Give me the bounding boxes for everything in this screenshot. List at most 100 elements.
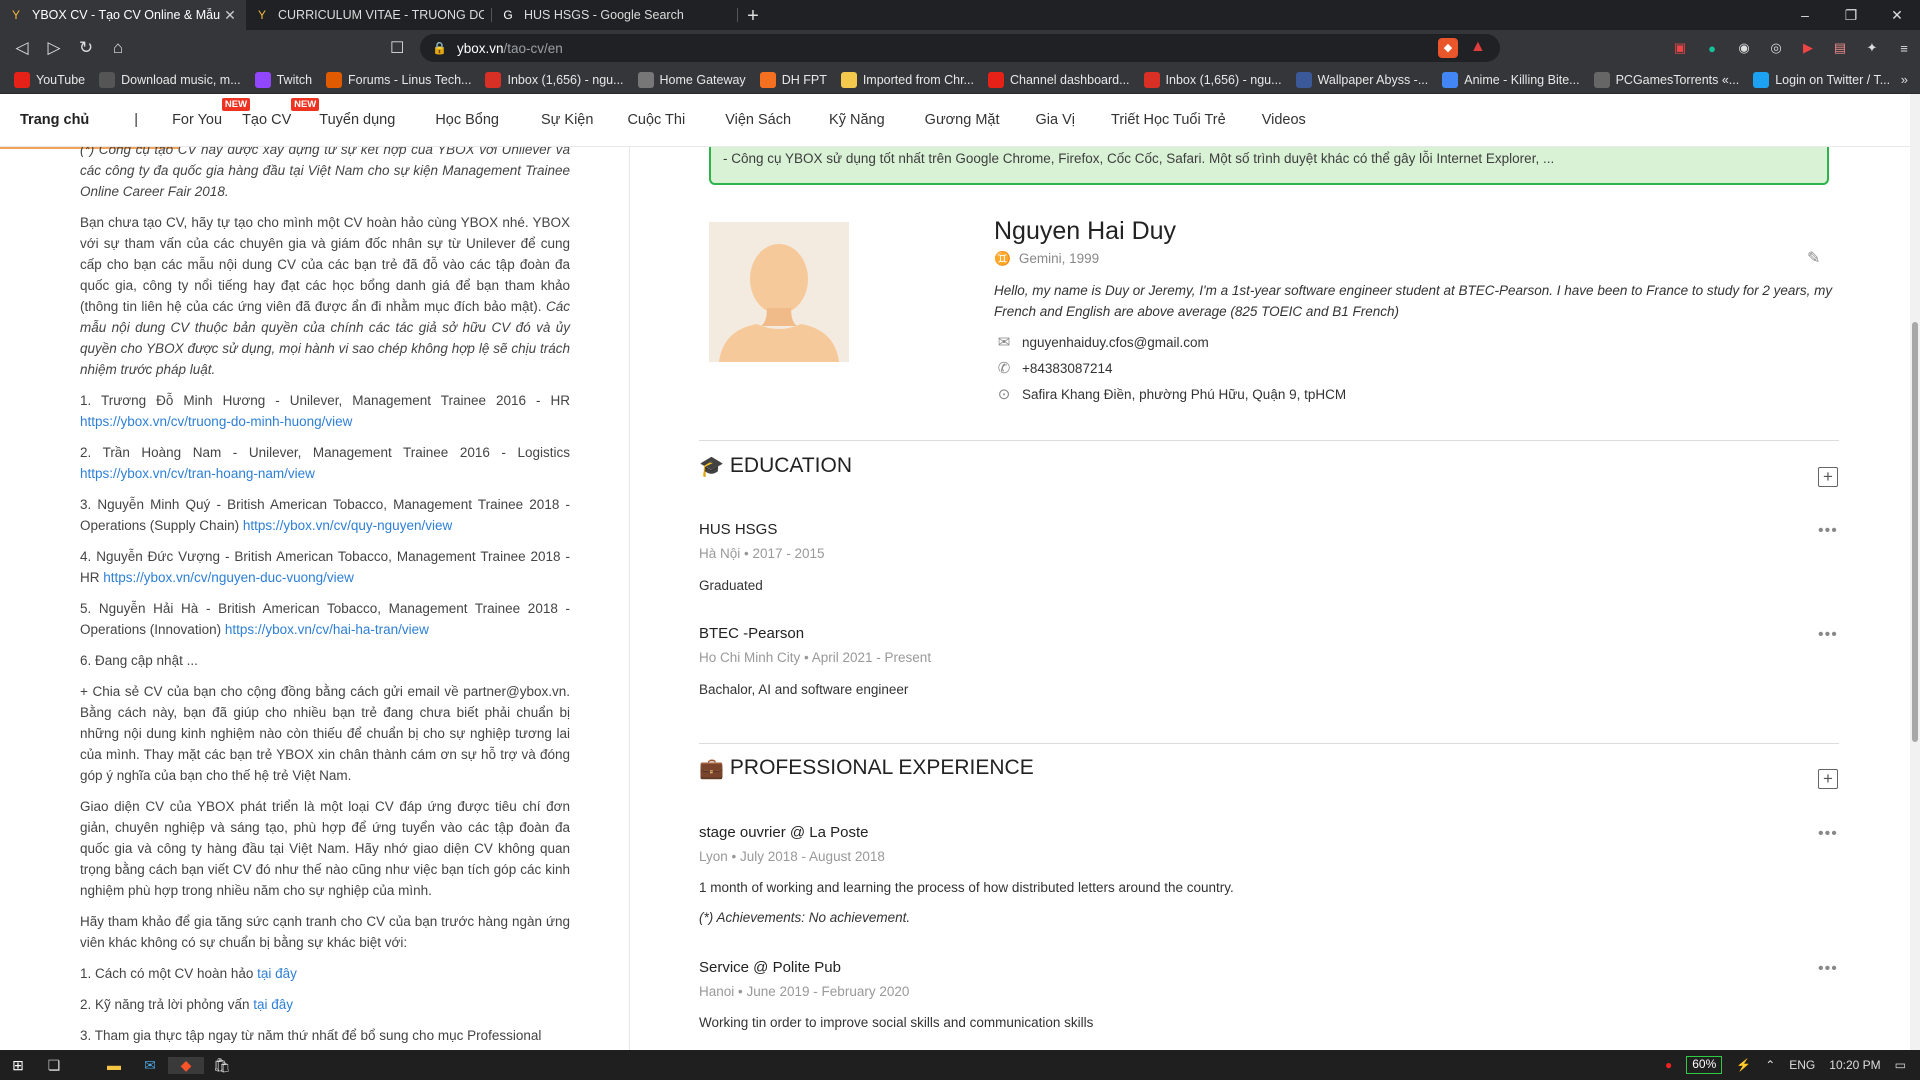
extension-icon[interactable]: ▶ xyxy=(1792,40,1824,56)
brave-browser-icon[interactable]: ◆ xyxy=(168,1056,204,1074)
new-tab-icon[interactable]: + xyxy=(738,2,768,30)
address-bar[interactable]: 🔒 ybox.vn/tao-cv/en xyxy=(420,34,1500,62)
menu-icon[interactable]: ≡ xyxy=(1888,41,1920,56)
extension-icon[interactable]: ▣ xyxy=(1664,40,1696,56)
experience-title-line[interactable]: Service @ Polite Pub xyxy=(699,959,841,976)
nav-item[interactable]: For You NEW xyxy=(172,98,251,128)
bookmark-label: Imported from Chr... xyxy=(862,72,974,87)
nav-item[interactable]: Trang chủ xyxy=(20,112,89,128)
bookmark-item[interactable]: PCGamesTorrents «... xyxy=(1593,71,1739,88)
close-tab-icon[interactable]: ✕ xyxy=(222,7,238,24)
more-options-icon[interactable]: ••• xyxy=(1818,960,1838,978)
location-pin-icon: ⊙ xyxy=(997,386,1011,403)
bookmark-item[interactable]: DH FPT xyxy=(759,71,827,88)
bookmark-favicon-icon xyxy=(14,71,30,88)
clock[interactable]: 10:20 PM xyxy=(1829,1058,1880,1072)
notification-icon[interactable]: ▭ xyxy=(1895,1058,1906,1072)
add-experience-button[interactable]: + xyxy=(1818,769,1838,789)
contact-email[interactable]: ✉ nguyenhaiduy.cfos@gmail.com xyxy=(994,333,1209,351)
mail-app-icon[interactable]: ✉ xyxy=(132,1057,168,1074)
windows-start-icon[interactable]: ⊞ xyxy=(0,1057,36,1074)
browser-tab[interactable]: Y CURRICULUM VITAE - TRUONG DO M xyxy=(246,0,492,30)
store-icon[interactable]: 🛍 xyxy=(204,1057,240,1074)
more-options-icon[interactable]: ••• xyxy=(1818,825,1838,843)
bookmark-item[interactable]: Wallpaper Abyss -... xyxy=(1295,71,1428,88)
nav-item[interactable]: Gia Vị xyxy=(1036,112,1076,128)
browser-tab[interactable]: G HUS HSGS - Google Search xyxy=(492,0,738,30)
bookmark-item[interactable]: Login on Twitter / T... xyxy=(1753,71,1890,88)
nav-item[interactable]: Sự Kiện xyxy=(541,112,593,128)
nav-item[interactable]: Cuộc Thi xyxy=(627,112,685,128)
grammarly-icon[interactable]: ● xyxy=(1696,41,1728,56)
brave-shield-icon[interactable]: ◆ xyxy=(1438,38,1458,58)
edit-icon[interactable]: ✎ xyxy=(1807,248,1820,268)
language-indicator[interactable]: ENG xyxy=(1789,1058,1815,1072)
file-explorer-icon[interactable]: ▬ xyxy=(96,1057,132,1073)
tip-link[interactable]: tại đây xyxy=(257,966,297,981)
home-icon[interactable]: ⌂ xyxy=(102,38,134,58)
add-education-button[interactable]: + xyxy=(1818,467,1838,487)
extension-icon[interactable]: ◎ xyxy=(1760,40,1792,56)
nav-item[interactable]: Videos xyxy=(1262,112,1306,128)
tip-link[interactable]: tại đây xyxy=(253,997,293,1012)
cv-bio[interactable]: Hello, my name is Duy or Jeremy, I'm a 1… xyxy=(994,280,1834,322)
nav-item[interactable]: Tuyển dụng xyxy=(319,112,395,128)
contact-address[interactable]: ⊙ Safira Khang Điền, phường Phú Hữu, Quận… xyxy=(994,385,1346,403)
sample-cv-link[interactable]: https://ybox.vn/cv/hai-ha-tran/view xyxy=(225,622,429,637)
nav-item[interactable]: Học Bổng xyxy=(435,112,499,128)
cv-meta: ♊ Gemini, 1999 xyxy=(994,251,1100,266)
bookmark-item[interactable]: Anime - Killing Bite... xyxy=(1442,71,1580,88)
maximize-icon[interactable]: ❐ xyxy=(1828,0,1874,30)
nav-item[interactable]: Gương Mặt xyxy=(925,112,1000,128)
nav-item[interactable]: Triết Học Tuổi Trẻ xyxy=(1111,112,1226,128)
bookmark-item[interactable]: Twitch xyxy=(254,71,312,88)
education-title: 🎓 EDUCATION xyxy=(699,454,853,478)
education-school[interactable]: BTEC -Pearson xyxy=(699,625,804,642)
bookmark-item[interactable]: Inbox (1,656) - ngu... xyxy=(1143,71,1282,88)
bookmark-item[interactable]: Imported from Chr... xyxy=(840,71,974,88)
more-options-icon[interactable]: ••• xyxy=(1818,522,1838,540)
page-scrollbar[interactable] xyxy=(1910,94,1920,1050)
antivirus-icon[interactable]: ● xyxy=(1665,1058,1672,1072)
sample-cv-item: 1. Trương Đỗ Minh Hương - Unilever, Mana… xyxy=(80,393,570,429)
cv-name[interactable]: Nguyen Hai Duy xyxy=(994,217,1176,246)
bookmark-item[interactable]: Channel dashboard... xyxy=(987,71,1130,88)
battery-indicator[interactable]: 60% xyxy=(1686,1056,1723,1074)
bookmark-label: Forums - Linus Tech... xyxy=(348,72,472,87)
extension-icon[interactable]: ▤ xyxy=(1824,40,1856,56)
nav-item[interactable]: Tạo CV NEW xyxy=(242,98,320,128)
bookmark-item[interactable]: Download music, m... xyxy=(99,71,241,88)
chevron-up-icon[interactable]: ⌃ xyxy=(1765,1058,1775,1072)
close-window-icon[interactable]: ✕ xyxy=(1874,0,1920,30)
scrollbar-thumb[interactable] xyxy=(1912,322,1918,742)
minimize-icon[interactable]: – xyxy=(1782,0,1828,30)
bookmark-item[interactable]: Home Gateway xyxy=(637,71,746,88)
browser-toolbar: ◁ ▷ ↻ ⌂ ☐ 🔒 ybox.vn/tao-cv/en ◆ ▲ ▣ ● ◉ … xyxy=(0,30,1920,66)
bookmark-item[interactable]: YouTube xyxy=(14,71,85,88)
tip-item: 2. Kỹ năng trả lời phỏng vấn tại đây xyxy=(80,997,293,1012)
back-icon[interactable]: ◁ xyxy=(6,38,38,58)
education-school[interactable]: HUS HSGS xyxy=(699,521,777,538)
more-options-icon[interactable]: ••• xyxy=(1818,626,1838,644)
sample-cv-link[interactable]: https://ybox.vn/cv/truong-do-minh-huong/… xyxy=(80,414,352,429)
bookmark-item[interactable]: Inbox (1,656) - ngu... xyxy=(485,71,624,88)
bookmark-icon[interactable]: ☐ xyxy=(390,38,404,58)
forward-icon[interactable]: ▷ xyxy=(38,38,70,58)
sample-cv-link[interactable]: https://ybox.vn/cv/tran-hoang-nam/view xyxy=(80,466,315,481)
avatar[interactable] xyxy=(709,222,849,362)
more-bookmarks-icon[interactable]: » xyxy=(1901,72,1908,87)
reload-icon[interactable]: ↻ xyxy=(70,38,102,58)
nav-item[interactable]: Kỹ Năng xyxy=(829,112,885,128)
brave-rewards-icon[interactable]: ▲ xyxy=(1470,38,1486,56)
browser-tab[interactable]: Y YBOX CV - Tạo CV Online & Mẫu ✕ xyxy=(0,0,246,30)
power-icon[interactable]: ⚡ xyxy=(1736,1058,1751,1072)
bookmark-item[interactable]: Forums - Linus Tech... xyxy=(326,71,472,88)
sample-cv-link[interactable]: https://ybox.vn/cv/nguyen-duc-vuong/view xyxy=(103,570,354,585)
puzzle-icon[interactable]: ✦ xyxy=(1856,40,1888,56)
experience-title-line[interactable]: stage ouvrier @ La Poste xyxy=(699,824,868,841)
sample-cv-link[interactable]: https://ybox.vn/cv/quy-nguyen/view xyxy=(243,518,452,533)
extension-icon[interactable]: ◉ xyxy=(1728,40,1760,56)
nav-item[interactable]: Viện Sách xyxy=(725,112,791,128)
task-view-icon[interactable]: ❏ xyxy=(36,1057,72,1074)
contact-phone[interactable]: ✆ +84383087214 xyxy=(994,359,1113,377)
